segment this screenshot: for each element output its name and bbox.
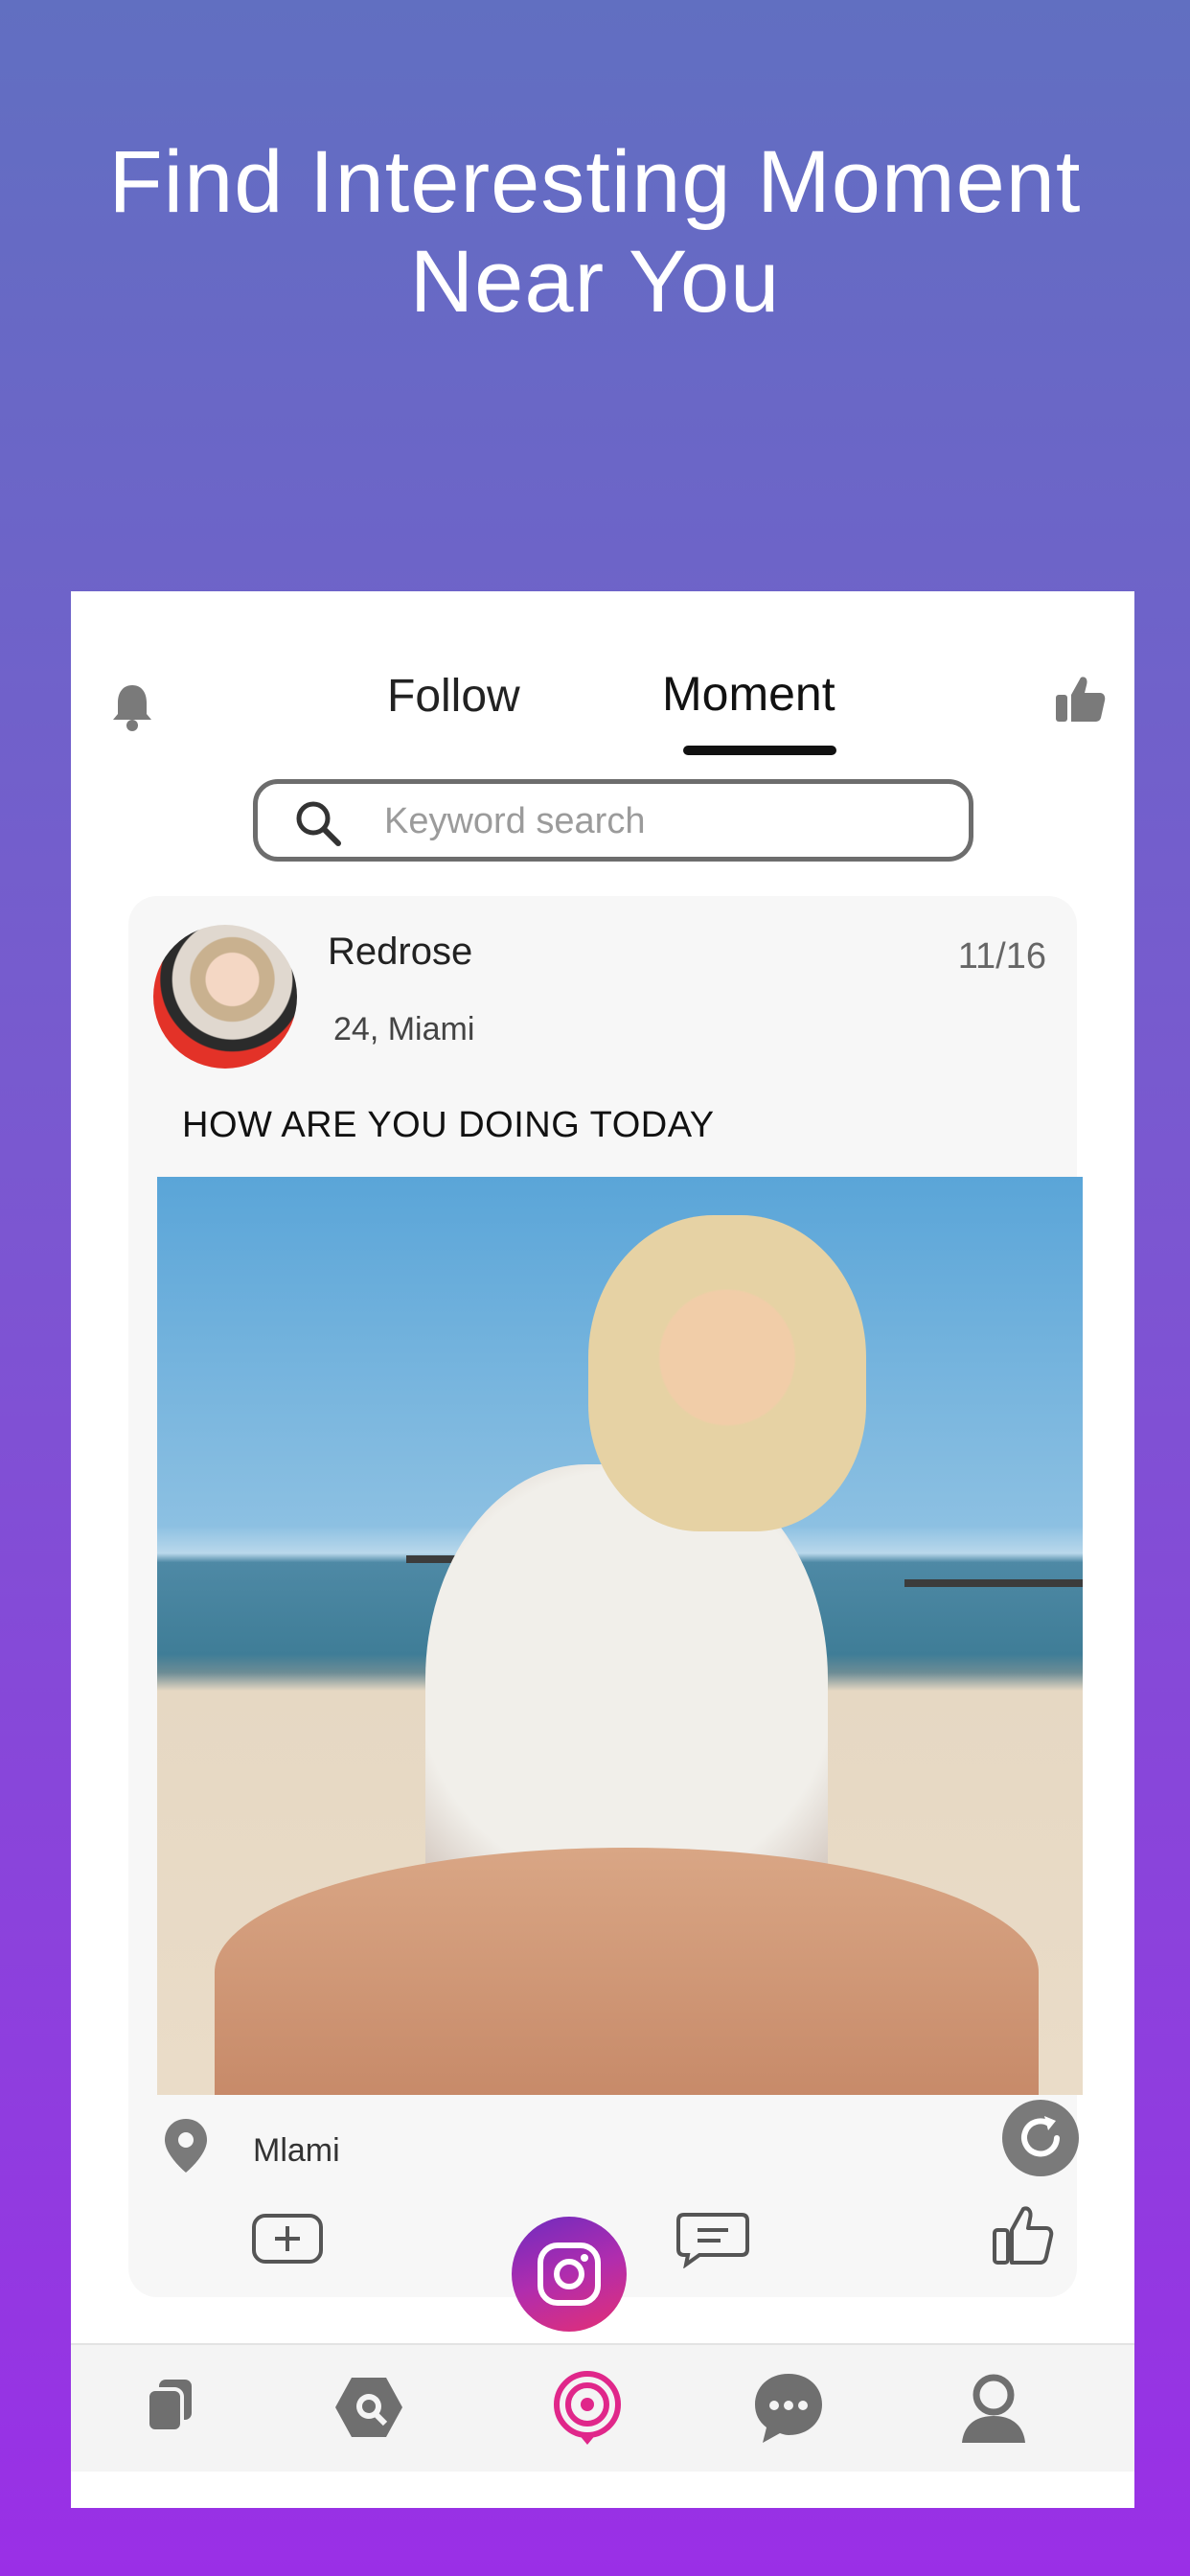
instagram-icon — [538, 2242, 601, 2306]
instagram-share-button[interactable] — [512, 2217, 627, 2332]
app-screen: Follow Moment Redrose 24, Miami 11/16 HO… — [71, 591, 1134, 2508]
post-location: Mlami — [253, 2132, 340, 2169]
post-user-meta: 24, Miami — [333, 1011, 475, 1047]
post-date: 11/16 — [957, 936, 1046, 977]
post-username[interactable]: Redrose — [328, 931, 472, 974]
like-button[interactable] — [991, 2203, 1054, 2266]
headline-line-2: Near You — [409, 233, 781, 331]
bottom-nav-bar — [71, 2343, 1134, 2472]
comment-icon — [676, 2213, 749, 2269]
post-text: HOW ARE YOU DOING TODAY — [182, 1105, 715, 1145]
promo-headline: Find Interesting Moment Near You — [0, 132, 1190, 332]
photo-pier-right — [904, 1579, 1083, 1587]
tab-follow[interactable]: Follow — [387, 670, 520, 723]
post-photo[interactable] — [157, 1177, 1083, 2095]
plus-icon — [252, 2214, 323, 2264]
search-icon — [294, 799, 342, 847]
likes-thumb-icon[interactable] — [1054, 672, 1108, 725]
moment-post-card[interactable]: Redrose 24, Miami 11/16 HOW ARE YOU DOIN… — [128, 896, 1083, 2297]
tab-moment[interactable]: Moment — [662, 666, 835, 722]
headline-line-1: Find Interesting Moment — [108, 133, 1082, 231]
nav-chat-icon[interactable] — [747, 2366, 830, 2449]
nav-profile-icon[interactable] — [952, 2366, 1035, 2449]
thumbs-up-icon — [993, 2206, 1054, 2265]
nav-explore-icon[interactable] — [328, 2366, 410, 2449]
refresh-icon — [1021, 2116, 1060, 2157]
comment-button[interactable] — [675, 2211, 751, 2269]
nav-moments-icon[interactable] — [546, 2366, 629, 2449]
location-pin-icon — [161, 2117, 211, 2174]
add-button[interactable] — [251, 2213, 324, 2265]
active-tab-indicator — [683, 746, 836, 755]
avatar[interactable] — [153, 925, 297, 1069]
search-input[interactable] — [382, 794, 942, 849]
notification-bell-icon[interactable] — [109, 681, 155, 731]
photo-subject-head — [588, 1215, 866, 1531]
search-bar[interactable] — [253, 779, 973, 862]
nav-cards-icon[interactable] — [128, 2366, 211, 2449]
refresh-button[interactable] — [1002, 2100, 1079, 2176]
photo-subject-legs — [215, 1848, 1039, 2095]
